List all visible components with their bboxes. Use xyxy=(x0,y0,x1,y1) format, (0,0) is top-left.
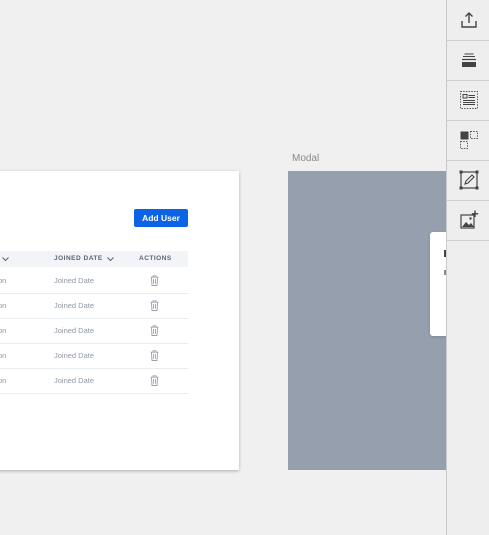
cell-joined-date: Joined Date xyxy=(54,351,95,360)
add-image-button[interactable] xyxy=(447,200,489,241)
trash-icon[interactable] xyxy=(150,350,159,361)
cell-joined-date: Joined Date xyxy=(54,326,95,335)
trash-icon[interactable] xyxy=(150,375,159,386)
trash-icon[interactable] xyxy=(150,325,159,336)
list-layout-button[interactable] xyxy=(447,80,489,121)
cell-joined-date: Joined Date xyxy=(54,276,95,285)
export-icon xyxy=(460,12,477,28)
add-user-button[interactable]: Add User xyxy=(134,209,188,227)
column-header-joined-date[interactable]: JOINED DATE xyxy=(54,251,114,267)
export-button[interactable] xyxy=(447,0,489,41)
component-select-icon xyxy=(459,131,478,149)
table-artboard: Add User JOINED DATE ACTIONS on Joined D… xyxy=(0,171,239,470)
table-row: on Joined Date xyxy=(0,318,188,344)
list-layout-icon xyxy=(459,91,478,109)
edit-frame-button[interactable] xyxy=(447,160,489,201)
add-image-icon xyxy=(459,210,478,229)
cell-partial: on xyxy=(0,301,7,310)
table-row: on Joined Date xyxy=(0,293,188,319)
cell-partial: on xyxy=(0,376,7,385)
cell-partial: on xyxy=(0,326,7,335)
component-select-button[interactable] xyxy=(447,120,489,161)
modal-artboard xyxy=(288,171,460,470)
table-row: on Joined Date xyxy=(0,368,188,394)
trash-icon[interactable] xyxy=(150,300,159,311)
chevron-down-icon xyxy=(2,257,9,262)
cell-joined-date: Joined Date xyxy=(54,301,95,310)
column-header-actions: ACTIONS xyxy=(139,255,172,262)
modal-artboard-label[interactable]: Modal xyxy=(292,153,319,164)
trash-icon[interactable] xyxy=(150,275,159,286)
cell-joined-date: Joined Date xyxy=(54,376,95,385)
edit-frame-icon xyxy=(459,170,478,190)
text-style-icon xyxy=(461,53,476,67)
text-style-button[interactable] xyxy=(447,40,489,81)
cell-partial: on xyxy=(0,276,7,285)
column-header-partial[interactable] xyxy=(0,251,9,267)
chevron-down-icon xyxy=(106,257,114,262)
table-row: on Joined Date xyxy=(0,268,188,294)
right-toolbar xyxy=(446,0,489,535)
table-row: on Joined Date xyxy=(0,343,188,369)
cell-partial: on xyxy=(0,351,7,360)
table-header: JOINED DATE ACTIONS xyxy=(0,251,188,267)
